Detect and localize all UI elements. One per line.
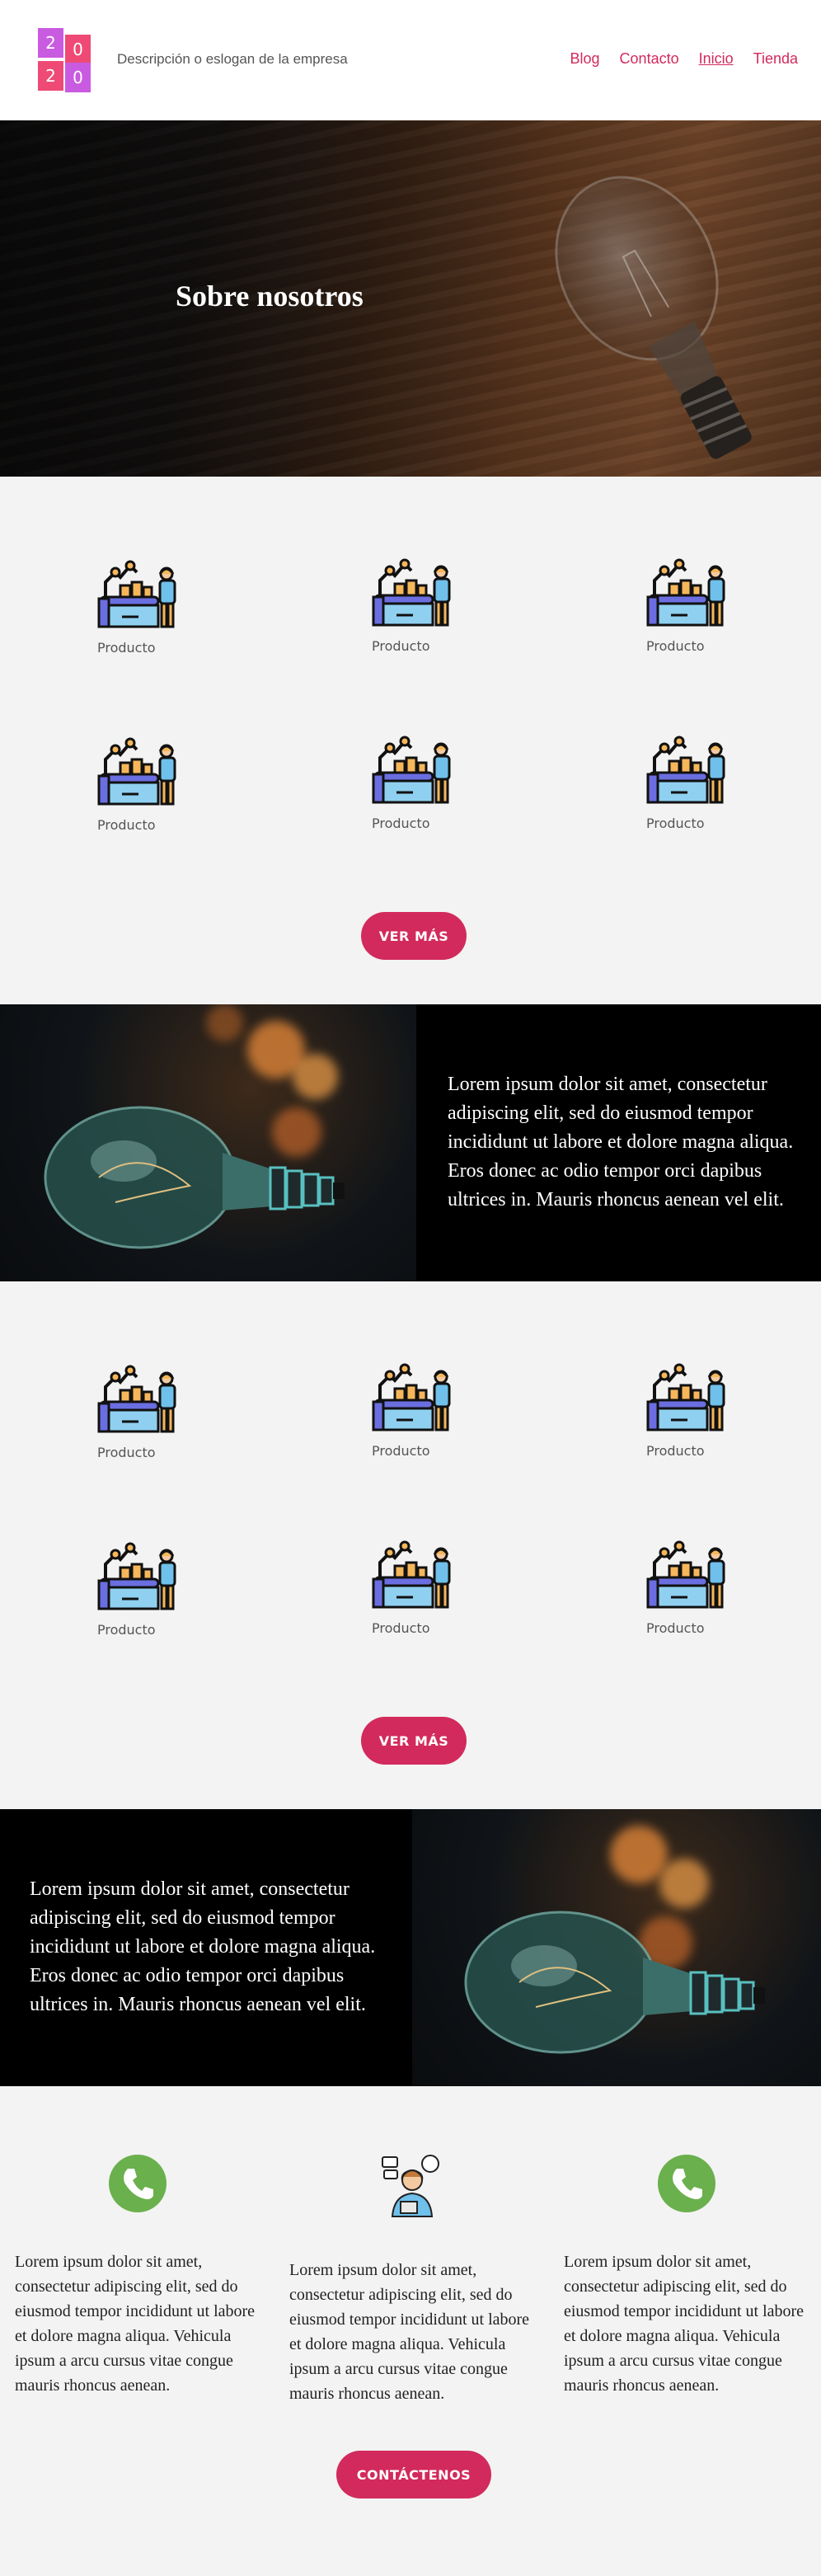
product-card[interactable]: Producto <box>372 1352 471 1459</box>
product-label: Producto <box>372 1443 430 1459</box>
factory-robot-icon <box>372 1540 451 1609</box>
hero-overlay <box>0 120 821 477</box>
feature-text: Lorem ipsum dolor sit amet, consectetur … <box>30 1878 376 2015</box>
lightbulb-photo <box>412 1809 821 2086</box>
lightbulb-photo <box>0 1004 416 1281</box>
factory-robot-icon <box>372 1363 451 1431</box>
nav-item-inicio[interactable]: Inicio <box>699 50 734 68</box>
product-label: Producto <box>646 816 705 831</box>
nav-item-tienda[interactable]: Tienda <box>753 50 798 68</box>
main-nav: Blog Contacto Inicio Tienda <box>570 50 798 68</box>
site-tagline: Descripción o eslogan de la empresa <box>117 51 348 67</box>
contact-button[interactable]: CONTÁCTENOS <box>336 2451 491 2498</box>
feature-split-section: Lorem ipsum dolor sit amet, consectetur … <box>0 1809 821 2086</box>
hero-section: Sobre nosotros <box>0 120 821 477</box>
product-card[interactable]: Producto <box>646 548 745 654</box>
factory-robot-icon <box>97 1365 176 1433</box>
ver-mas-button[interactable]: VER MÁS <box>361 1717 467 1765</box>
nav-item-blog[interactable]: Blog <box>570 50 600 68</box>
product-card[interactable]: Producto <box>97 549 196 656</box>
product-label: Producto <box>646 1443 705 1459</box>
product-label: Producto <box>97 1622 156 1638</box>
factory-robot-icon <box>97 560 176 628</box>
factory-robot-icon <box>372 558 451 627</box>
product-card[interactable]: Producto <box>97 1354 196 1460</box>
phone-icon <box>657 2154 716 2217</box>
phone-icon <box>108 2154 167 2217</box>
logo-cell: 0 <box>65 35 91 64</box>
product-card[interactable]: Producto <box>97 726 196 833</box>
feature-text: Lorem ipsum dolor sit amet, consectetur … <box>448 1074 794 1210</box>
product-label: Producto <box>646 638 705 654</box>
ver-mas-button[interactable]: VER MÁS <box>361 912 467 960</box>
contact-text: Lorem ipsum dolor sit amet, consectetur … <box>289 2261 530 2403</box>
contact-column: Lorem ipsum dolor sit amet, consectetur … <box>564 2249 819 2398</box>
tilted-bulb-icon <box>464 1911 765 2054</box>
product-card[interactable]: Producto <box>646 1352 745 1459</box>
contact-column: Lorem ipsum dolor sit amet, consectetur … <box>15 2249 270 2398</box>
factory-robot-icon <box>646 1540 725 1609</box>
site-logo[interactable]: 2 0 2 0 <box>38 28 94 92</box>
feature-split-section: Lorem ipsum dolor sit amet, consectetur … <box>0 1004 821 1281</box>
logo-cell: 2 <box>38 61 63 91</box>
product-card[interactable]: Producto <box>97 1531 196 1638</box>
contact-section: Lorem ipsum dolor sit amet, consectetur … <box>0 2086 821 2576</box>
product-card[interactable]: Producto <box>646 725 745 831</box>
contact-text: Lorem ipsum dolor sit amet, consectetur … <box>564 2253 805 2395</box>
products-section: Producto Producto Producto Producto Producto… <box>0 477 821 1004</box>
hero-title: Sobre nosotros <box>176 280 364 313</box>
product-card[interactable]: Producto <box>646 1530 745 1636</box>
factory-robot-icon <box>646 558 725 627</box>
site-header: 2 0 2 0 Descripción o eslogan de la empr… <box>0 0 821 120</box>
contact-text: Lorem ipsum dolor sit amet, consectetur … <box>15 2253 256 2395</box>
support-agent-icon <box>381 2152 447 2222</box>
nav-item-contacto[interactable]: Contacto <box>620 50 679 68</box>
bokeh-light <box>610 1826 668 1883</box>
product-label: Producto <box>372 1620 430 1636</box>
product-card[interactable]: Producto <box>372 725 471 831</box>
contact-column: Lorem ipsum dolor sit amet, consectetur … <box>289 2258 545 2406</box>
product-label: Producto <box>646 1620 705 1636</box>
product-card[interactable]: Producto <box>372 1530 471 1636</box>
logo-cell: 2 <box>38 28 63 58</box>
factory-robot-icon <box>372 736 451 804</box>
factory-robot-icon <box>97 737 176 806</box>
product-label: Producto <box>372 638 430 654</box>
product-label: Producto <box>97 817 156 833</box>
logo-cell: 0 <box>65 63 91 92</box>
bokeh-light <box>206 1004 243 1041</box>
tilted-bulb-icon <box>44 1106 345 1249</box>
factory-robot-icon <box>97 1542 176 1610</box>
product-card[interactable]: Producto <box>372 548 471 654</box>
product-label: Producto <box>97 1445 156 1460</box>
product-label: Producto <box>97 640 156 656</box>
products-section: Producto Producto Producto Producto Producto… <box>0 1281 821 1809</box>
factory-robot-icon <box>646 736 725 804</box>
factory-robot-icon <box>646 1363 725 1431</box>
product-label: Producto <box>372 816 430 831</box>
